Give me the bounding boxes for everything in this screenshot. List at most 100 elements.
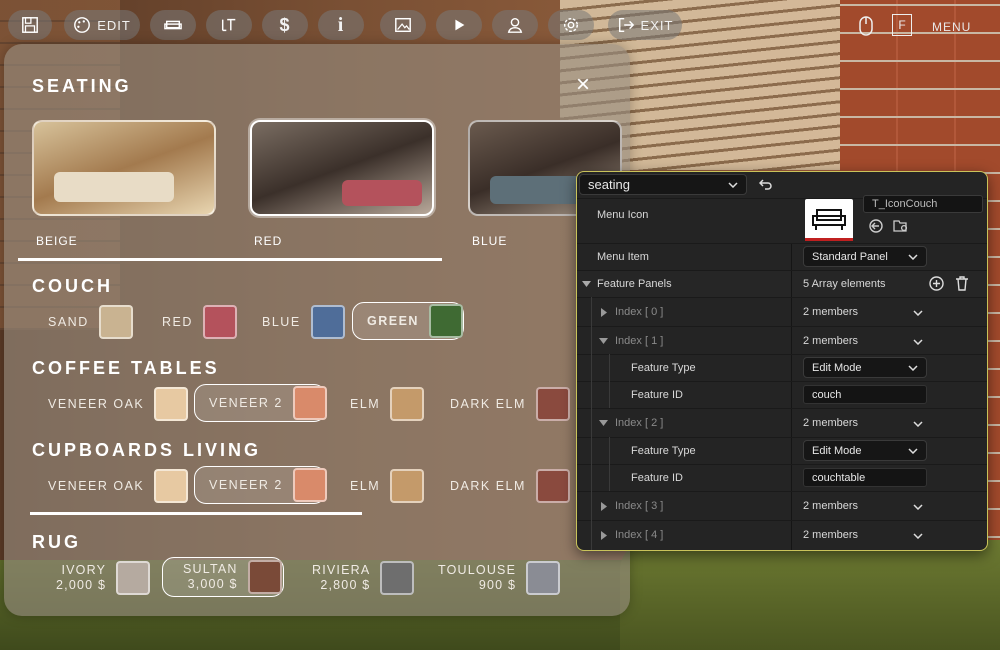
expand-right-icon[interactable] [601,502,607,511]
expand-right-icon[interactable] [601,531,607,540]
rug-option-ivory[interactable]: IVORY 2,000 $ [56,561,151,595]
settings-button[interactable] [548,10,594,40]
swatch [310,305,345,339]
coffee-option-veneer-oak[interactable]: VENEER OAK [48,387,189,421]
couch-option-blue[interactable]: BLUE [262,305,345,339]
chevron-down-icon[interactable] [913,504,923,510]
rug-name: TOULOUSE [438,563,517,577]
tree-guide-line [609,354,610,408]
furniture-button[interactable] [150,10,196,40]
tree-guide-line [609,437,610,491]
expand-down-icon[interactable] [599,338,608,344]
row-label: Feature Type [631,362,696,374]
trash-icon[interactable] [955,276,969,291]
row-label: Feature ID [631,472,683,484]
play-button[interactable] [436,10,482,40]
option-label: DARK ELM [450,397,526,411]
chevron-down-icon[interactable] [913,339,923,345]
couch-option-sand[interactable]: SAND [48,305,133,339]
expand-down-icon[interactable] [599,420,608,426]
row-index-1[interactable]: Index [ 1 ] 2 members [577,326,987,355]
cupboard-option-veneer-2[interactable]: VENEER 2 [194,466,327,504]
edit-label: EDIT [97,17,131,33]
row-index-4[interactable]: Index [ 4 ] 2 members [577,520,987,550]
swatch [98,305,133,339]
section-title-coffee-tables: COFFEE TABLES [32,358,220,378]
edit-button[interactable]: EDIT [64,10,140,40]
row-index-3[interactable]: Index [ 3 ] 2 members [577,491,987,521]
key-f-icon: F [892,14,912,36]
row-index-0[interactable]: Index [ 0 ] 2 members [577,297,987,327]
texture-thumbnail[interactable] [805,199,853,241]
price-button[interactable]: $ [262,10,308,40]
section-title-rug: RUG [32,532,81,552]
preset-couch-shape [54,172,174,202]
menu-item-dropdown[interactable]: Standard Panel [803,246,927,267]
coffee-option-elm[interactable]: ELM [350,387,425,421]
chevron-down-icon[interactable] [913,310,923,316]
row-label: Index [ 0 ] [615,306,664,318]
undo-icon[interactable] [759,178,773,190]
swatch [535,387,570,421]
chevron-down-icon[interactable] [913,533,923,539]
section-title-cupboards-living: CUPBOARDS LIVING [32,440,262,460]
panel-title: SEATING [32,76,132,96]
swatch [154,469,189,503]
rug-price: 2,000 $ [56,578,107,592]
row-index-2[interactable]: Index [ 2 ] 2 members [577,408,987,438]
member-count: 2 members [803,306,859,318]
texture-name-field[interactable]: T_IconCouch [863,195,983,213]
swatch [535,469,570,503]
chevron-down-icon[interactable] [913,421,923,427]
tree-guide-line [591,297,592,550]
add-element-icon[interactable] [929,276,944,291]
asset-dropdown[interactable]: seating [579,174,747,195]
exit-button[interactable]: EXIT [608,10,682,40]
gallery-button[interactable] [380,10,426,40]
rug-option-sultan[interactable]: SULTAN 3,000 $ [162,557,284,597]
swatch [380,561,415,595]
menu-label[interactable]: MENU [932,20,971,34]
coffee-option-dark-elm[interactable]: DARK ELM [450,387,570,421]
asset-dropdown-value: seating [588,177,630,192]
option-label: GREEN [367,314,419,328]
column-divider [791,521,792,550]
save-button[interactable] [8,10,52,40]
close-icon[interactable]: × [572,73,594,97]
couch-option-red[interactable]: RED [162,305,237,339]
height-button[interactable] [206,10,252,40]
cupboard-option-elm[interactable]: ELM [350,469,425,503]
preset-selection-underline [18,258,442,261]
feature-id-input[interactable]: couch [803,385,927,404]
row-feature-panels[interactable]: Feature Panels 5 Array elements [577,270,987,298]
rug-option-toulouse[interactable]: TOULOUSE 900 $ [438,561,561,595]
use-selected-icon[interactable] [869,219,883,233]
rug-option-riviera[interactable]: RIVIERA 2,800 $ [312,561,415,595]
chevron-down-icon [908,364,918,371]
feature-type-dropdown[interactable]: Edit Mode [803,440,927,461]
couch-option-green[interactable]: GREEN [352,302,464,340]
option-label: BLUE [262,315,301,329]
expand-down-icon[interactable] [582,281,591,287]
info-button[interactable]: i [318,10,364,40]
expand-right-icon[interactable] [601,308,607,317]
exit-label: EXIT [640,17,674,33]
cupboard-option-veneer-oak[interactable]: VENEER OAK [48,469,189,503]
user-button[interactable] [492,10,538,40]
cupboard-option-dark-elm[interactable]: DARK ELM [450,469,570,503]
coffee-option-veneer-2[interactable]: VENEER 2 [194,384,327,422]
swatch [390,469,425,503]
rug-name: SULTAN [183,562,238,576]
row-menu-item: Menu Item Standard Panel [577,243,987,271]
column-divider [791,298,792,327]
swatch [390,387,425,421]
play-icon [455,19,465,31]
row-index-2-feature-id: Feature ID couchtable [577,464,987,492]
browse-icon[interactable] [893,219,909,233]
preset-thumb-red[interactable] [250,120,434,216]
preset-thumb-beige[interactable] [32,120,216,216]
feature-type-dropdown[interactable]: Edit Mode [803,357,927,378]
rug-price: 3,000 $ [187,577,238,591]
row-label: Feature Panels [597,278,672,290]
feature-id-input[interactable]: couchtable [803,468,927,487]
